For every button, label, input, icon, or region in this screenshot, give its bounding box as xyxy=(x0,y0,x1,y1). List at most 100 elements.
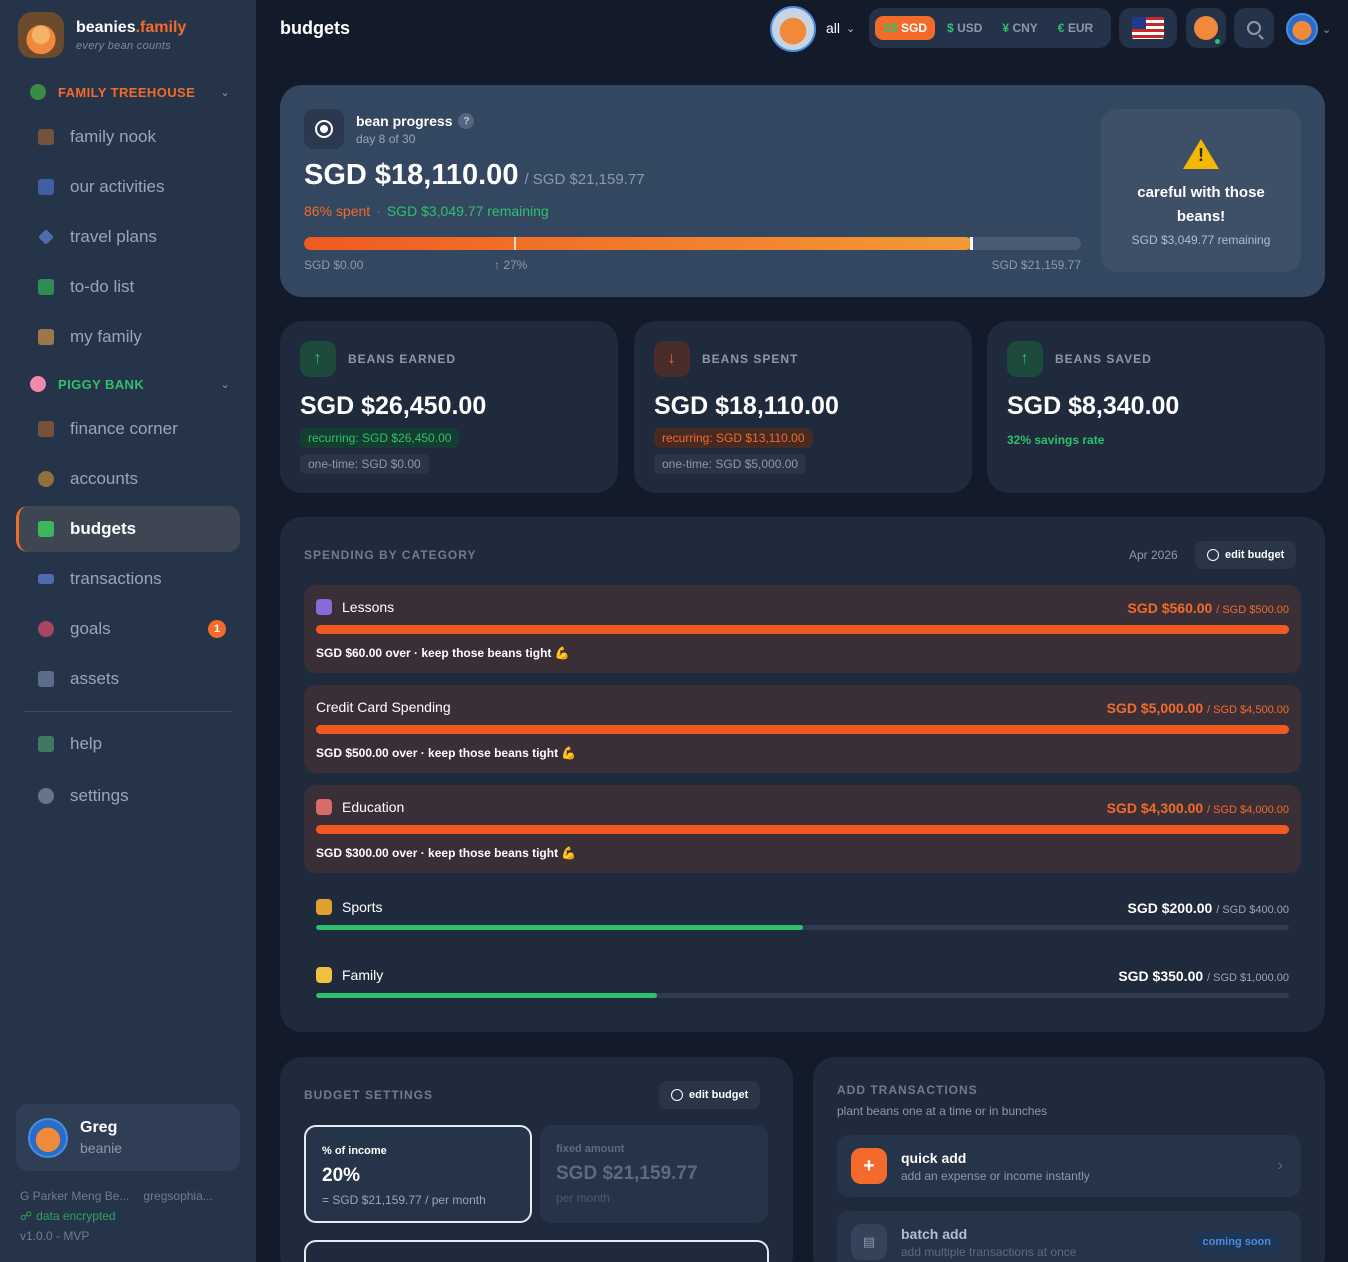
beans-spent-card: ↓ BEANS SPENT SGD $18,110.00 recurring: S… xyxy=(634,321,972,493)
sidebar-item-goals[interactable]: goals 1 xyxy=(16,606,240,652)
search-button[interactable] xyxy=(1234,8,1274,48)
spent-value: SGD $18,110.00 xyxy=(654,392,839,420)
add-transactions-subtitle: plant beans one at a time or in bunches xyxy=(837,1104,1048,1118)
category-progress-bar xyxy=(316,925,1289,930)
footer-encrypted: ☍ data encrypted xyxy=(20,1209,116,1223)
avatar xyxy=(1286,13,1318,45)
edit-budget-button[interactable]: edit budget xyxy=(659,1081,761,1109)
help-icon[interactable]: ? xyxy=(458,113,475,129)
family-avatar[interactable] xyxy=(770,6,816,52)
add-transactions-panel: ADD TRANSACTIONS plant beans one at a ti… xyxy=(813,1057,1325,1262)
category-row[interactable]: Lessons SGD $560.00 / SGD $500.00 SGD $60.… xyxy=(304,585,1301,673)
section-piggy-bank[interactable]: PIGGY BANK ⌄ xyxy=(30,376,230,392)
footer-version: v1.0.0 - MVP xyxy=(20,1229,90,1243)
category-name: Sports xyxy=(316,899,382,915)
sidebar-item-accounts[interactable]: accounts xyxy=(16,456,240,502)
add-transactions-title: ADD TRANSACTIONS xyxy=(837,1083,978,1097)
us-flag-icon xyxy=(1132,17,1164,39)
period-label: Apr 2026 xyxy=(1129,548,1178,562)
sidebar-item-travel[interactable]: travel plans xyxy=(16,214,240,260)
arrow-up-icon: ↑ xyxy=(1007,341,1043,377)
category-amount: SGD $560.00 / SGD $500.00 xyxy=(1127,600,1289,616)
nav-divider xyxy=(24,711,232,712)
help-books-icon xyxy=(38,736,54,752)
spending-title: SPENDING BY CATEGORY xyxy=(304,548,477,562)
sidebar-item-settings[interactable]: settings xyxy=(16,773,240,819)
sidebar: beanies.family every bean counts FAMILY … xyxy=(0,0,256,1262)
category-progress-fill xyxy=(316,825,1289,834)
chevron-right-icon: › xyxy=(1277,1157,1283,1174)
warning-card: careful with those beans! SGD $3,049.77 … xyxy=(1101,109,1301,272)
checkbox-icon xyxy=(38,279,54,295)
spending-by-category-panel: SPENDING BY CATEGORY Apr 2026 edit budge… xyxy=(280,517,1325,1032)
plus-icon: + xyxy=(851,1148,887,1184)
mascot-button[interactable] xyxy=(1186,8,1226,48)
arrow-down-icon: ↓ xyxy=(654,341,690,377)
user-card[interactable]: Greg beanie xyxy=(16,1104,240,1171)
mascot-icon xyxy=(1194,16,1222,46)
budget-total: / SGD $21,159.77 xyxy=(524,171,645,188)
building-icon xyxy=(38,671,54,687)
category-progress-fill xyxy=(316,625,1289,634)
warning-title: careful with those beans! xyxy=(1137,184,1265,225)
earned-value: SGD $26,450.00 xyxy=(300,392,487,420)
beans-earned-card: ↑ BEANS EARNED SGD $26,450.00 recurring: … xyxy=(280,321,618,493)
sidebar-item-my-family[interactable]: my family xyxy=(16,314,240,360)
brand[interactable]: beanies.family every bean counts xyxy=(18,12,186,58)
category-progress-bar xyxy=(316,825,1289,834)
currency-usd[interactable]: $ USD xyxy=(939,16,990,40)
target-icon xyxy=(38,621,54,637)
piggy-icon xyxy=(30,376,46,392)
category-progress-fill xyxy=(316,993,657,998)
category-row[interactable]: Sports SGD $200.00 / SGD $400.00 xyxy=(304,885,1301,945)
category-progress-bar xyxy=(316,725,1289,734)
progress-bar xyxy=(304,237,1081,250)
sidebar-item-transactions[interactable]: transactions xyxy=(16,556,240,602)
category-progress-fill xyxy=(316,925,803,930)
sidebar-item-finance-corner[interactable]: finance corner xyxy=(16,406,240,452)
category-row[interactable]: Family SGD $350.00 / SGD $1,000.00 xyxy=(304,953,1301,1013)
category-amount: SGD $200.00 / SGD $400.00 xyxy=(1127,900,1289,916)
currency-sgd[interactable]: S$ SGD xyxy=(875,16,936,40)
credit-card-icon xyxy=(38,574,54,584)
clipboard-icon: ▤ xyxy=(851,1224,887,1260)
spent-amount: SGD $18,110.00 xyxy=(304,159,519,191)
profile-menu[interactable]: ⌄ xyxy=(1286,13,1331,45)
sidebar-item-todo[interactable]: to-do list xyxy=(16,264,240,310)
earned-onetime: one-time: SGD $0.00 xyxy=(300,454,429,474)
quick-add-button[interactable]: + quick add add an expense or income ins… xyxy=(837,1135,1301,1197)
brand-name: beanies.family xyxy=(76,18,187,36)
sidebar-item-assets[interactable]: assets xyxy=(16,656,240,702)
progress-title: bean progress ? xyxy=(356,113,475,129)
scale-min: SGD $0.00 xyxy=(304,258,364,272)
currency-cny[interactable]: ¥ CNY xyxy=(994,16,1045,40)
scope-selector[interactable]: all ⌄ xyxy=(826,20,855,36)
category-icon xyxy=(316,799,332,815)
percent-spent: 86% spent xyxy=(304,203,371,219)
section-family-treehouse[interactable]: FAMILY TREEHOUSE ⌄ xyxy=(30,84,230,100)
airplane-icon xyxy=(38,229,54,245)
search-icon xyxy=(1247,21,1261,35)
budget-settings-title: BUDGET SETTINGS xyxy=(304,1088,434,1102)
sidebar-item-family-nook[interactable]: family nook xyxy=(16,114,240,160)
lock-icon: ☍ xyxy=(20,1209,33,1223)
currency-eur[interactable]: € EUR xyxy=(1050,16,1101,40)
chevron-down-icon: ⌄ xyxy=(220,378,230,391)
category-over-note: SGD $60.00 over · keep those beans tight… xyxy=(316,646,570,660)
percent-of-income-option[interactable]: % of income 20% = SGD $21,159.77 / per m… xyxy=(304,1125,532,1223)
category-row[interactable]: Credit Card Spending SGD $5,000.00 / SGD … xyxy=(304,685,1301,773)
sidebar-item-help[interactable]: help xyxy=(16,721,240,767)
edit-budget-button[interactable]: edit budget xyxy=(1195,541,1297,569)
sidebar-item-activities[interactable]: our activities xyxy=(16,164,240,210)
chevron-down-icon: ⌄ xyxy=(220,86,230,99)
warning-subtitle: SGD $3,049.77 remaining xyxy=(1131,233,1271,247)
arrow-up-icon: ↑ xyxy=(300,341,336,377)
sidebar-item-budgets[interactable]: budgets xyxy=(16,506,240,552)
scale-max: SGD $21,159.77 xyxy=(991,258,1081,272)
warning-icon xyxy=(1183,139,1219,169)
fixed-amount-option[interactable]: fixed amount SGD $21,159.77 per month xyxy=(540,1125,768,1223)
target-icon xyxy=(304,109,344,149)
language-button[interactable] xyxy=(1119,8,1177,48)
batch-add-button[interactable]: ▤ batch add add multiple transactions at… xyxy=(837,1211,1301,1262)
category-row[interactable]: Education SGD $4,300.00 / SGD $4,000.00 SG… xyxy=(304,785,1301,873)
